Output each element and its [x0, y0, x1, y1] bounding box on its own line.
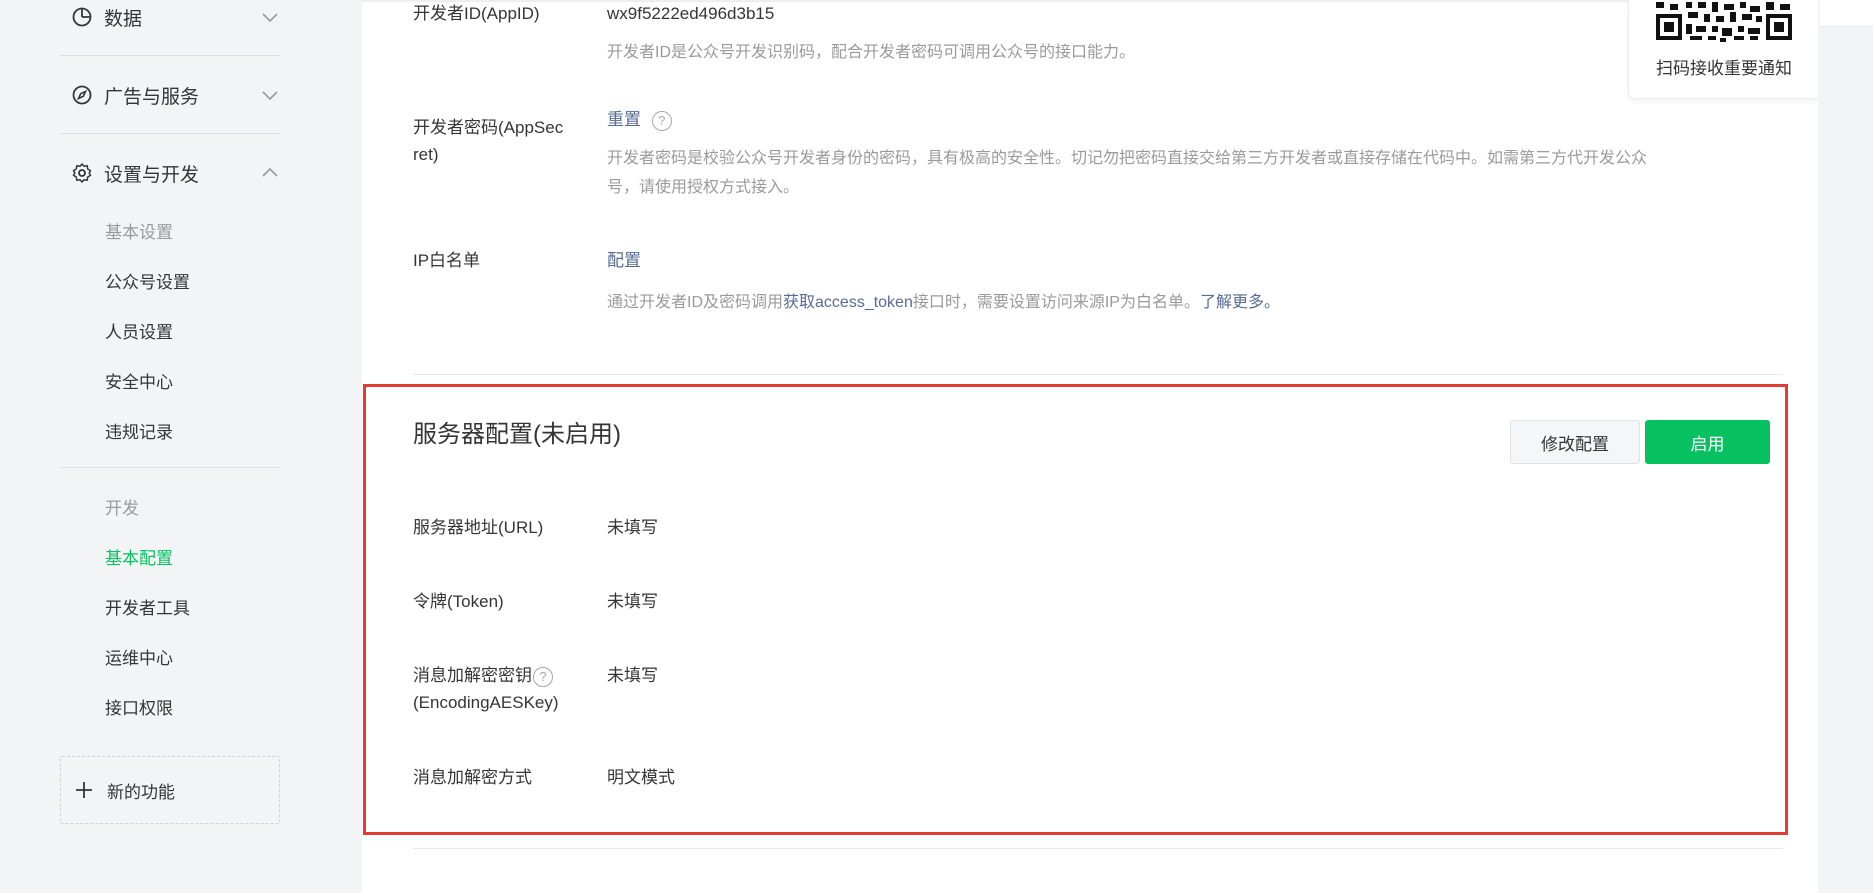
ip-whitelist-description: 通过开发者ID及密码调用获取access_token接口时，需要设置访问来源IP…: [607, 288, 1280, 317]
sidebar-item-basic-config[interactable]: 基本配置: [105, 544, 173, 569]
aes-key-label: 消息加解密密钥? (EncodingAESKey): [413, 662, 559, 716]
qr-notification-popup[interactable]: 扫码接收重要通知: [1628, 0, 1820, 99]
appid-description: 开发者ID是公众号开发识别码，配合开发者密码可调用公众号的接口能力。: [607, 44, 1136, 61]
server-config-title: 服务器配置(未启用): [413, 421, 621, 448]
new-function-label: 新的功能: [107, 782, 175, 802]
qr-popup-text: 扫码接收重要通知: [1656, 59, 1792, 78]
token-value: 未填写: [607, 592, 658, 611]
token-label: 令牌(Token): [413, 592, 504, 611]
top-border: [362, 0, 1818, 2]
appsecret-desc-line1: 开发者密码是校验公众号开发者身份的密码，具有极高的安全性。切记勿把密码直接交给第…: [607, 150, 1648, 167]
gear-icon: [70, 161, 94, 185]
ip-desc-middle: 接口时，需要设置访问来源IP为白名单。: [912, 294, 1200, 311]
new-function-button[interactable]: 新的功能: [60, 756, 280, 824]
access-token-link[interactable]: 获取access_token: [783, 294, 913, 311]
sidebar-item-ops-center[interactable]: 运维中心: [105, 644, 173, 669]
sidebar-item-developer-tools[interactable]: 开发者工具: [105, 594, 190, 619]
section-divider: [413, 374, 1783, 375]
chevron-down-icon: [258, 5, 282, 29]
help-icon[interactable]: ?: [533, 666, 553, 687]
server-url-value: 未填写: [607, 518, 658, 537]
chevron-up-icon: [258, 161, 282, 185]
appsecret-label: 开发者密码(AppSec ret): [413, 114, 563, 168]
appsecret-label-line1: 开发者密码(AppSec: [413, 118, 564, 137]
nav-group-label: 广告与服务: [104, 86, 200, 108]
sidebar-item-account-settings[interactable]: 公众号设置: [105, 268, 190, 293]
compass-icon: [70, 83, 94, 107]
plus-icon: [73, 779, 95, 801]
nav-group-label: 数据: [104, 8, 143, 30]
ip-whitelist-label: IP白名单: [413, 251, 481, 270]
configure-ip-link: 配置: [607, 247, 641, 274]
chevron-down-icon: [258, 83, 282, 107]
appsecret-description: 开发者密码是校验公众号开发者身份的密码，具有极高的安全性。切记勿把密码直接交给第…: [607, 144, 1787, 202]
appsecret-label-line2: ret): [413, 145, 439, 164]
nav-group-data[interactable]: 数据: [70, 0, 282, 34]
dev-section-header: 开发: [105, 499, 139, 518]
sidebar-item-security-center[interactable]: 安全中心: [105, 368, 173, 393]
aes-key-label-line2: (EncodingAESKey): [413, 693, 559, 712]
appid-value: wx9f5222ed496d3b15: [607, 4, 775, 23]
sidebar-item-violation-records[interactable]: 违规记录: [105, 418, 173, 443]
modify-config-button[interactable]: 修改配置: [1510, 420, 1640, 464]
aes-key-label-line1: 消息加解密密钥?: [413, 662, 559, 689]
encryption-mode-label: 消息加解密方式: [413, 768, 532, 787]
appid-label: 开发者ID(AppID): [413, 4, 540, 23]
qr-code-image: [1654, 0, 1794, 42]
section-divider: [413, 848, 1783, 849]
aes-key-label-text: 消息加解密密钥: [413, 666, 532, 685]
corner-widget: [1820, 0, 1873, 27]
sidebar: 数据 广告与服务 设置与开发 基本设置 公众号设置 人员设置 安全中心 违规记录…: [0, 0, 362, 893]
reset-secret-link[interactable]: 重置: [607, 110, 641, 129]
learn-more-link[interactable]: 了解更多。: [1200, 294, 1280, 311]
settings-section-header: 基本设置: [105, 223, 173, 242]
encryption-mode-value: 明文模式: [607, 768, 675, 787]
sidebar-item-api-permissions[interactable]: 接口权限: [105, 694, 173, 719]
nav-divider: [60, 55, 281, 56]
help-icon[interactable]: ?: [651, 110, 672, 131]
enable-button[interactable]: 启用: [1645, 420, 1770, 464]
nav-group-settings[interactable]: 设置与开发: [70, 156, 282, 190]
nav-group-label: 设置与开发: [104, 164, 200, 186]
server-url-label: 服务器地址(URL): [413, 518, 544, 537]
sidebar-item-staff-settings[interactable]: 人员设置: [105, 318, 173, 343]
nav-divider: [60, 467, 281, 468]
right-gutter: [1818, 0, 1873, 893]
appsecret-desc-line2: 号，请使用授权方式接入。: [607, 179, 800, 196]
main-panel: 开发者ID(AppID) wx9f5222ed496d3b15 开发者ID是公众…: [362, 0, 1818, 893]
nav-divider: [60, 133, 281, 134]
appsecret-actions: 重置 ?: [607, 106, 672, 133]
ip-desc-prefix: 通过开发者ID及密码调用: [607, 294, 784, 311]
aes-key-value: 未填写: [607, 666, 658, 685]
configure-ip-action[interactable]: 配置: [607, 251, 641, 270]
nav-group-ads[interactable]: 广告与服务: [70, 78, 282, 112]
pie-chart-icon: [70, 5, 94, 29]
